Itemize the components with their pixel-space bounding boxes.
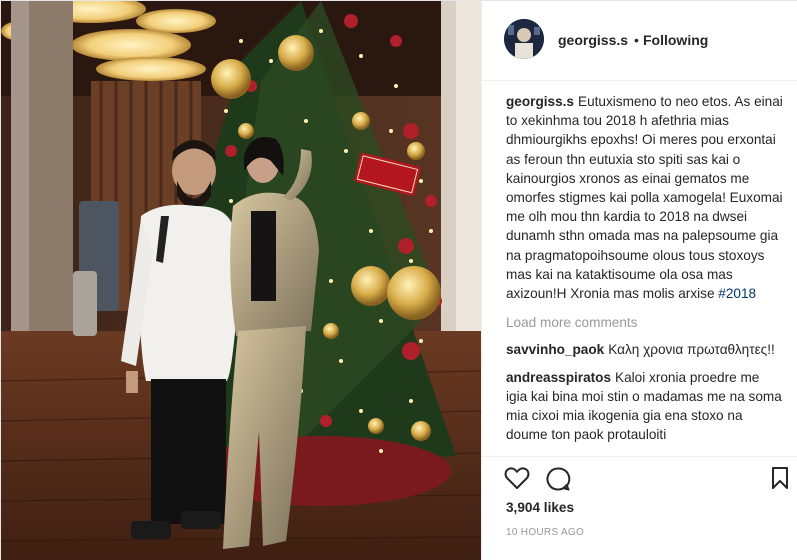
- post-header: georgiss.s • Following: [482, 1, 797, 81]
- comment-item: savvinho_paok Καλη χρονια πρωταθλητες!!: [506, 340, 784, 359]
- caption-text: Eutuxismeno to neo etos. As einai to xek…: [506, 94, 783, 302]
- hashtag-link[interactable]: #2018: [718, 286, 756, 301]
- post-timestamp[interactable]: 10 HOURS AGO: [506, 527, 584, 538]
- caption-username[interactable]: georgiss.s: [506, 94, 574, 109]
- post-photo-image: [1, 1, 481, 560]
- following-button[interactable]: Following: [643, 32, 708, 48]
- comment-icon[interactable]: [545, 466, 571, 497]
- comment-username[interactable]: andreasspiratos: [506, 370, 611, 385]
- comment-item: andreasspiratos Kaloi xronia proedre me i…: [506, 368, 784, 445]
- actions-divider: [482, 456, 797, 458]
- bookmark-icon[interactable]: [771, 466, 789, 495]
- post-photo[interactable]: [1, 1, 481, 560]
- comment-text: Καλη χρονια πρωταθλητες!!: [608, 342, 775, 358]
- load-more-comments-button[interactable]: Load more comments: [506, 313, 784, 332]
- post-details-panel: georgiss.s • Following georgiss.s Eutuxis…: [481, 1, 797, 560]
- comment-username[interactable]: savvinho_paok: [506, 342, 604, 357]
- post-author-username[interactable]: georgiss.s: [558, 32, 628, 48]
- comments-section: georgiss.s Eutuxismeno to neo etos. As ei…: [506, 92, 784, 444]
- caption: georgiss.s Eutuxismeno to neo etos. As ei…: [506, 92, 784, 303]
- separator-dot: •: [634, 32, 639, 48]
- likes-count[interactable]: 3,904 likes: [506, 500, 574, 515]
- post-window: georgiss.s • Following georgiss.s Eutuxis…: [0, 0, 797, 560]
- heart-icon[interactable]: [504, 466, 530, 495]
- avatar[interactable]: [504, 19, 544, 59]
